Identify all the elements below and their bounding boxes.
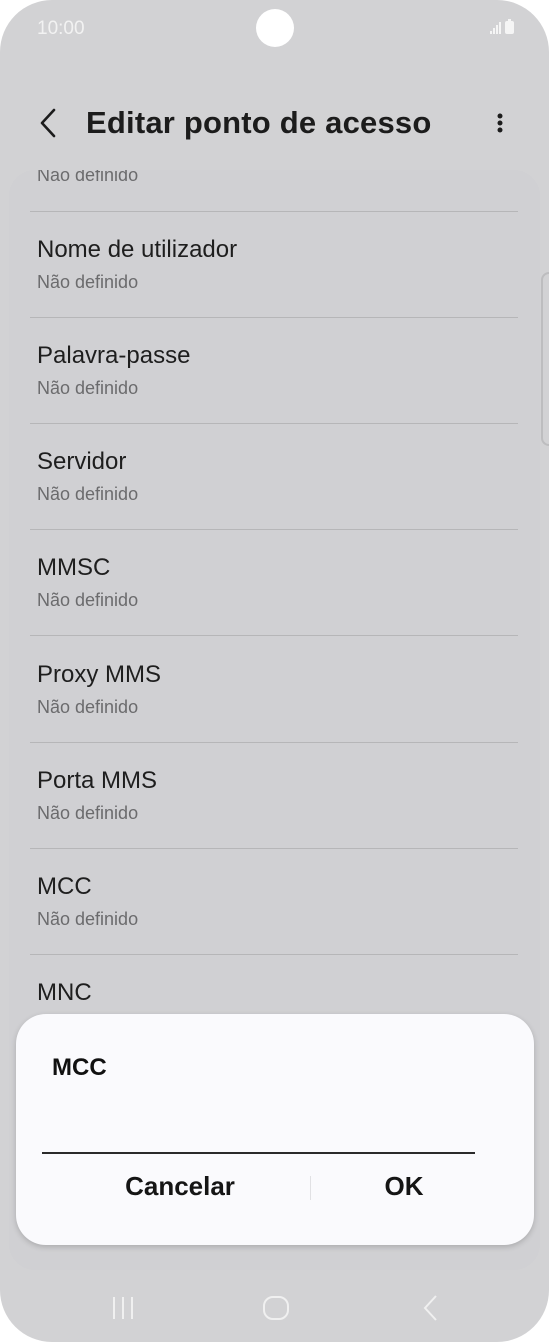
phone-screen: 10:00 Editar ponto de acesso Não definid… [0,0,549,1342]
status-time: 10:00 [37,18,85,39]
list-item-value: Não definido [37,272,139,292]
cancel-button[interactable]: Cancelar [68,1166,292,1206]
mcc-input[interactable] [42,1120,475,1154]
navigation-bar [0,1275,549,1342]
divider [30,317,518,318]
ok-button[interactable]: OK [328,1166,480,1206]
divider [30,423,518,424]
status-bar: 10:00 [0,0,549,60]
front-camera [256,9,294,47]
list-item-label: MMSC [37,554,111,581]
divider [30,211,518,212]
recents-icon[interactable] [108,1293,138,1323]
list-item-label: MCC [37,873,92,900]
list-item-value: Não definido [37,803,139,823]
status-icons [490,19,514,34]
divider [30,954,518,955]
list-item-label: Servidor [37,448,127,475]
list-item-label: Nome de utilizador [37,236,238,263]
signal-icon [490,22,501,34]
list-item-label: Proxy MMS [37,661,162,688]
list-item-label: Porta MMS [37,767,158,794]
list-item-value: Não definido [37,909,139,929]
page-title: Editar ponto de acesso [86,105,432,140]
list-item-value: Não definido [37,378,139,398]
divider [30,635,518,636]
list-item-label: MNC [37,979,92,1006]
list-item-value: Não definido [37,484,139,504]
divider [30,529,518,530]
nav-back-icon[interactable] [416,1293,446,1323]
app-bar: Editar ponto de acesso [0,95,549,150]
battery-icon [505,19,514,34]
list-item-value: Não definido [37,170,139,185]
divider [30,742,518,743]
more-vertical-icon[interactable] [488,103,512,143]
dialog-title: MCC [52,1054,107,1081]
divider [30,848,518,849]
chevron-left-icon[interactable] [34,103,64,143]
home-icon[interactable] [261,1293,291,1323]
button-divider [310,1176,311,1200]
list-item-value: Não definido [37,590,139,610]
list-item-label: Palavra-passe [37,342,191,369]
list-item-value: Não definido [37,697,139,717]
scroll-indicator[interactable] [541,272,549,446]
